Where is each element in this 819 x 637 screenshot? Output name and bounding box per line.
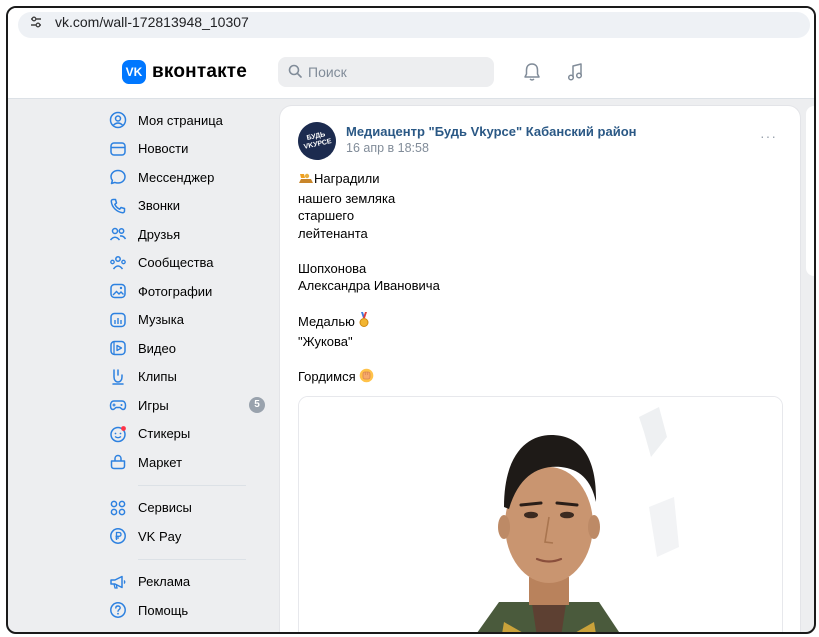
raised-fist-emoji-icon — [359, 368, 374, 388]
post-line: Шопхонова — [298, 260, 367, 276]
sidebar-item-label: Фотографии — [138, 283, 213, 299]
post-photo[interactable] — [298, 396, 783, 632]
sidebar-item-market[interactable]: Маркет — [108, 448, 268, 477]
post-text: Наградили нашего земляка старшего лейтен… — [298, 170, 778, 387]
sidebar-item-vk-pay[interactable]: VK Pay — [108, 522, 268, 551]
sidebar-item-label: Мессенджер — [138, 169, 215, 185]
post-line: Наградили — [298, 170, 778, 190]
sidebar-item-label: Новости — [138, 141, 189, 157]
search-box[interactable] — [278, 57, 494, 87]
games-count-badge: 5 — [249, 397, 265, 413]
address-bar: vk.com/wall-172813948_10307 — [8, 8, 814, 43]
vk-logo-icon[interactable]: VK — [122, 60, 146, 84]
sidebar-item-label: Сервисы — [138, 500, 192, 516]
sidebar-item-services[interactable]: Сервисы — [108, 494, 268, 523]
megaphone-icon — [108, 572, 128, 592]
sidebar-item-photos[interactable]: Фотографии — [108, 277, 268, 306]
sidebar-item-messenger[interactable]: Мессенджер — [108, 163, 268, 192]
sidebar-item-communities[interactable]: Сообщества — [108, 249, 268, 278]
soldier-portrait-image — [299, 397, 782, 632]
sidebar-item-friends[interactable]: Друзья — [108, 220, 268, 249]
url-text[interactable]: vk.com/wall-172813948_10307 — [55, 14, 249, 30]
music-note-icon[interactable] — [566, 62, 584, 87]
sidebar-item-ads[interactable]: Реклама — [108, 568, 268, 597]
sidebar-item-clips[interactable]: Клипы — [108, 363, 268, 392]
market-bag-icon — [108, 452, 128, 472]
post-date[interactable]: 16 апр в 18:58 — [346, 141, 429, 155]
browser-window: vk.com/wall-172813948_10307 VK вконтакте… — [6, 6, 816, 634]
sidebar-item-label: Моя страница — [138, 112, 223, 128]
vk-header: VK вконтакте — [8, 42, 814, 99]
sidebar-item-label: Маркет — [138, 454, 183, 470]
friends-icon — [108, 224, 128, 244]
sidebar-item-label: Сообщества — [138, 255, 214, 271]
post-line: Александра Ивановича — [298, 278, 440, 293]
military-medal-emoji-icon — [298, 171, 314, 190]
sidebar-item-video[interactable]: Видео — [108, 334, 268, 363]
post-line: Медалью — [298, 312, 778, 333]
sidebar-item-calls[interactable]: Звонки — [108, 192, 268, 221]
news-icon — [108, 139, 128, 159]
left-sidebar: Моя страница Новости Мессенджер Звонки Д… — [108, 106, 268, 625]
sidebar-item-label: Видео — [138, 340, 176, 356]
community-avatar[interactable]: БУДЬ VKУРСЕ — [294, 118, 340, 164]
communities-icon — [108, 253, 128, 273]
music-icon — [108, 310, 128, 330]
sidebar-divider — [138, 484, 246, 486]
post-line: лейтенанта — [298, 225, 368, 241]
post-line: нашего земляка — [298, 190, 396, 206]
post-author-link[interactable]: Медиацентр "Будь Vkурсе" Кабанский район — [346, 124, 636, 139]
sidebar-item-label: Звонки — [138, 198, 180, 214]
sidebar-item-label: Игры — [138, 397, 169, 413]
vk-logo-text[interactable]: вконтакте — [152, 61, 247, 83]
sidebar-item-stickers[interactable]: Стикеры — [108, 420, 268, 449]
video-icon — [108, 338, 128, 358]
services-icon — [108, 498, 128, 518]
stickers-icon — [108, 424, 128, 444]
user-circle-icon — [108, 110, 128, 130]
sidebar-divider — [138, 558, 246, 560]
sidebar-item-my-page[interactable]: Моя страница — [108, 106, 268, 135]
sidebar-item-label: Клипы — [138, 369, 177, 385]
vkpay-icon — [108, 526, 128, 546]
more-options-icon[interactable]: ··· — [760, 128, 777, 144]
medal-emoji-icon — [358, 312, 370, 333]
sidebar-item-news[interactable]: Новости — [108, 135, 268, 164]
message-bubble-icon — [108, 167, 128, 187]
photos-icon — [108, 281, 128, 301]
phone-icon — [108, 196, 128, 216]
post-line: Гордимся — [298, 368, 778, 388]
sidebar-item-label: Друзья — [138, 226, 181, 242]
sidebar-item-help[interactable]: Помощь — [108, 596, 268, 625]
help-icon — [108, 600, 128, 620]
sidebar-item-games[interactable]: Игры 5 — [108, 391, 268, 420]
sidebar-item-label: VK Pay — [138, 528, 182, 544]
sidebar-item-label: Помощь — [138, 602, 189, 618]
search-icon — [288, 64, 302, 83]
post-line: старшего — [298, 208, 355, 223]
sidebar-item-label: Музыка — [138, 312, 184, 328]
sidebar-item-label: Стикеры — [138, 426, 191, 442]
sidebar-item-label: Реклама — [138, 574, 191, 590]
clips-icon — [108, 367, 128, 387]
games-icon — [108, 395, 128, 415]
site-settings-icon[interactable] — [29, 15, 43, 32]
wall-post: БУДЬ VKУРСЕ Медиацентр "Будь Vkурсе" Каб… — [280, 106, 800, 632]
bell-icon[interactable] — [523, 62, 541, 87]
post-line: "Жукова" — [298, 333, 353, 349]
sidebar-item-music[interactable]: Музыка — [108, 306, 268, 335]
right-column-edge — [806, 106, 814, 276]
search-input[interactable] — [308, 57, 488, 87]
